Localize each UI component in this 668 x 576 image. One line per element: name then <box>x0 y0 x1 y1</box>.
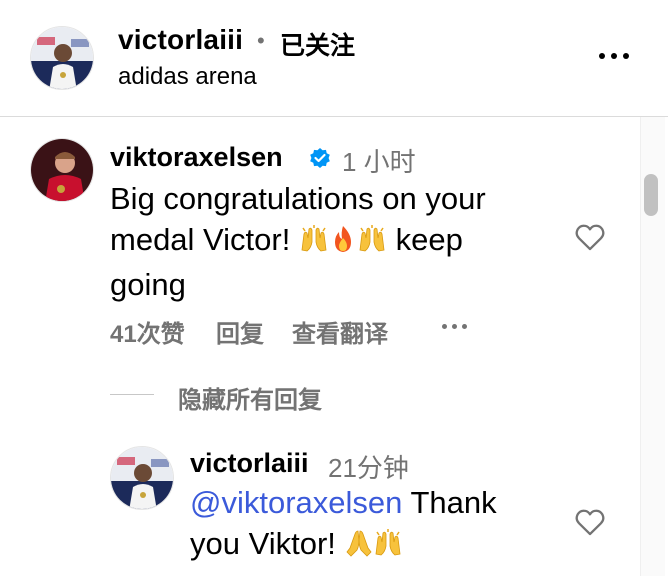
reply-username[interactable]: victorlaiii <box>190 448 309 479</box>
comment-username[interactable]: viktoraxelsen <box>110 142 283 173</box>
reply-avatar[interactable] <box>110 446 174 510</box>
comment-text-line-2-suffix: keep <box>395 222 463 257</box>
commenter-avatar[interactable] <box>30 138 94 202</box>
hide-replies-button[interactable]: 隐藏所有回复 <box>178 380 322 415</box>
raising-hands-icon <box>373 527 403 568</box>
post-header: victorlaiii • 已关注 adidas arena <box>0 0 668 117</box>
follow-status-button[interactable]: 已关注 <box>280 26 355 62</box>
raising-hands-icon <box>357 223 387 264</box>
reply-text: @viktoraxelsen Thank you Viktor! <box>190 482 560 568</box>
verified-badge-icon <box>308 146 332 170</box>
reply-text-line-2: you Viktor! <box>190 523 560 568</box>
translate-button[interactable]: 查看翻译 <box>292 314 388 349</box>
more-options-icon[interactable] <box>594 42 634 70</box>
reply-text-after-mention: Thank <box>410 485 497 520</box>
likes-count[interactable]: 41次赞 <box>110 314 185 349</box>
raising-hands-icon <box>299 223 329 264</box>
user-avatar[interactable] <box>30 26 94 90</box>
reply-button[interactable]: 回复 <box>216 314 264 349</box>
mention-link[interactable]: @viktoraxelsen <box>190 485 402 520</box>
comment-text: Big congratulations on your medal Victor… <box>110 178 550 305</box>
folded-hands-icon <box>345 527 373 568</box>
fire-icon <box>329 223 357 264</box>
comment-text-line-2: medal Victor! keep <box>110 219 550 264</box>
header-separator: • <box>257 28 265 53</box>
comment-text-line-1: Big congratulations on your <box>110 181 486 216</box>
reply-like-heart-icon[interactable] <box>573 505 607 539</box>
comment-text-line-2-main: medal Victor! <box>110 222 291 257</box>
like-heart-icon[interactable] <box>573 220 607 254</box>
comment-timestamp: 1 小时 <box>342 147 416 177</box>
header-username[interactable]: victorlaiii <box>118 24 243 56</box>
replies-divider <box>110 394 154 395</box>
location-link[interactable]: adidas arena <box>118 63 257 91</box>
scrollbar-thumb[interactable] <box>644 174 658 216</box>
reply-text-line-2-main: you Viktor! <box>190 526 336 561</box>
reply-text-line-1: @viktoraxelsen Thank <box>190 482 560 523</box>
comment-more-icon[interactable] <box>442 324 467 329</box>
comment-text-line-3: going <box>110 267 186 302</box>
reply-timestamp: 21分钟 <box>328 453 409 483</box>
